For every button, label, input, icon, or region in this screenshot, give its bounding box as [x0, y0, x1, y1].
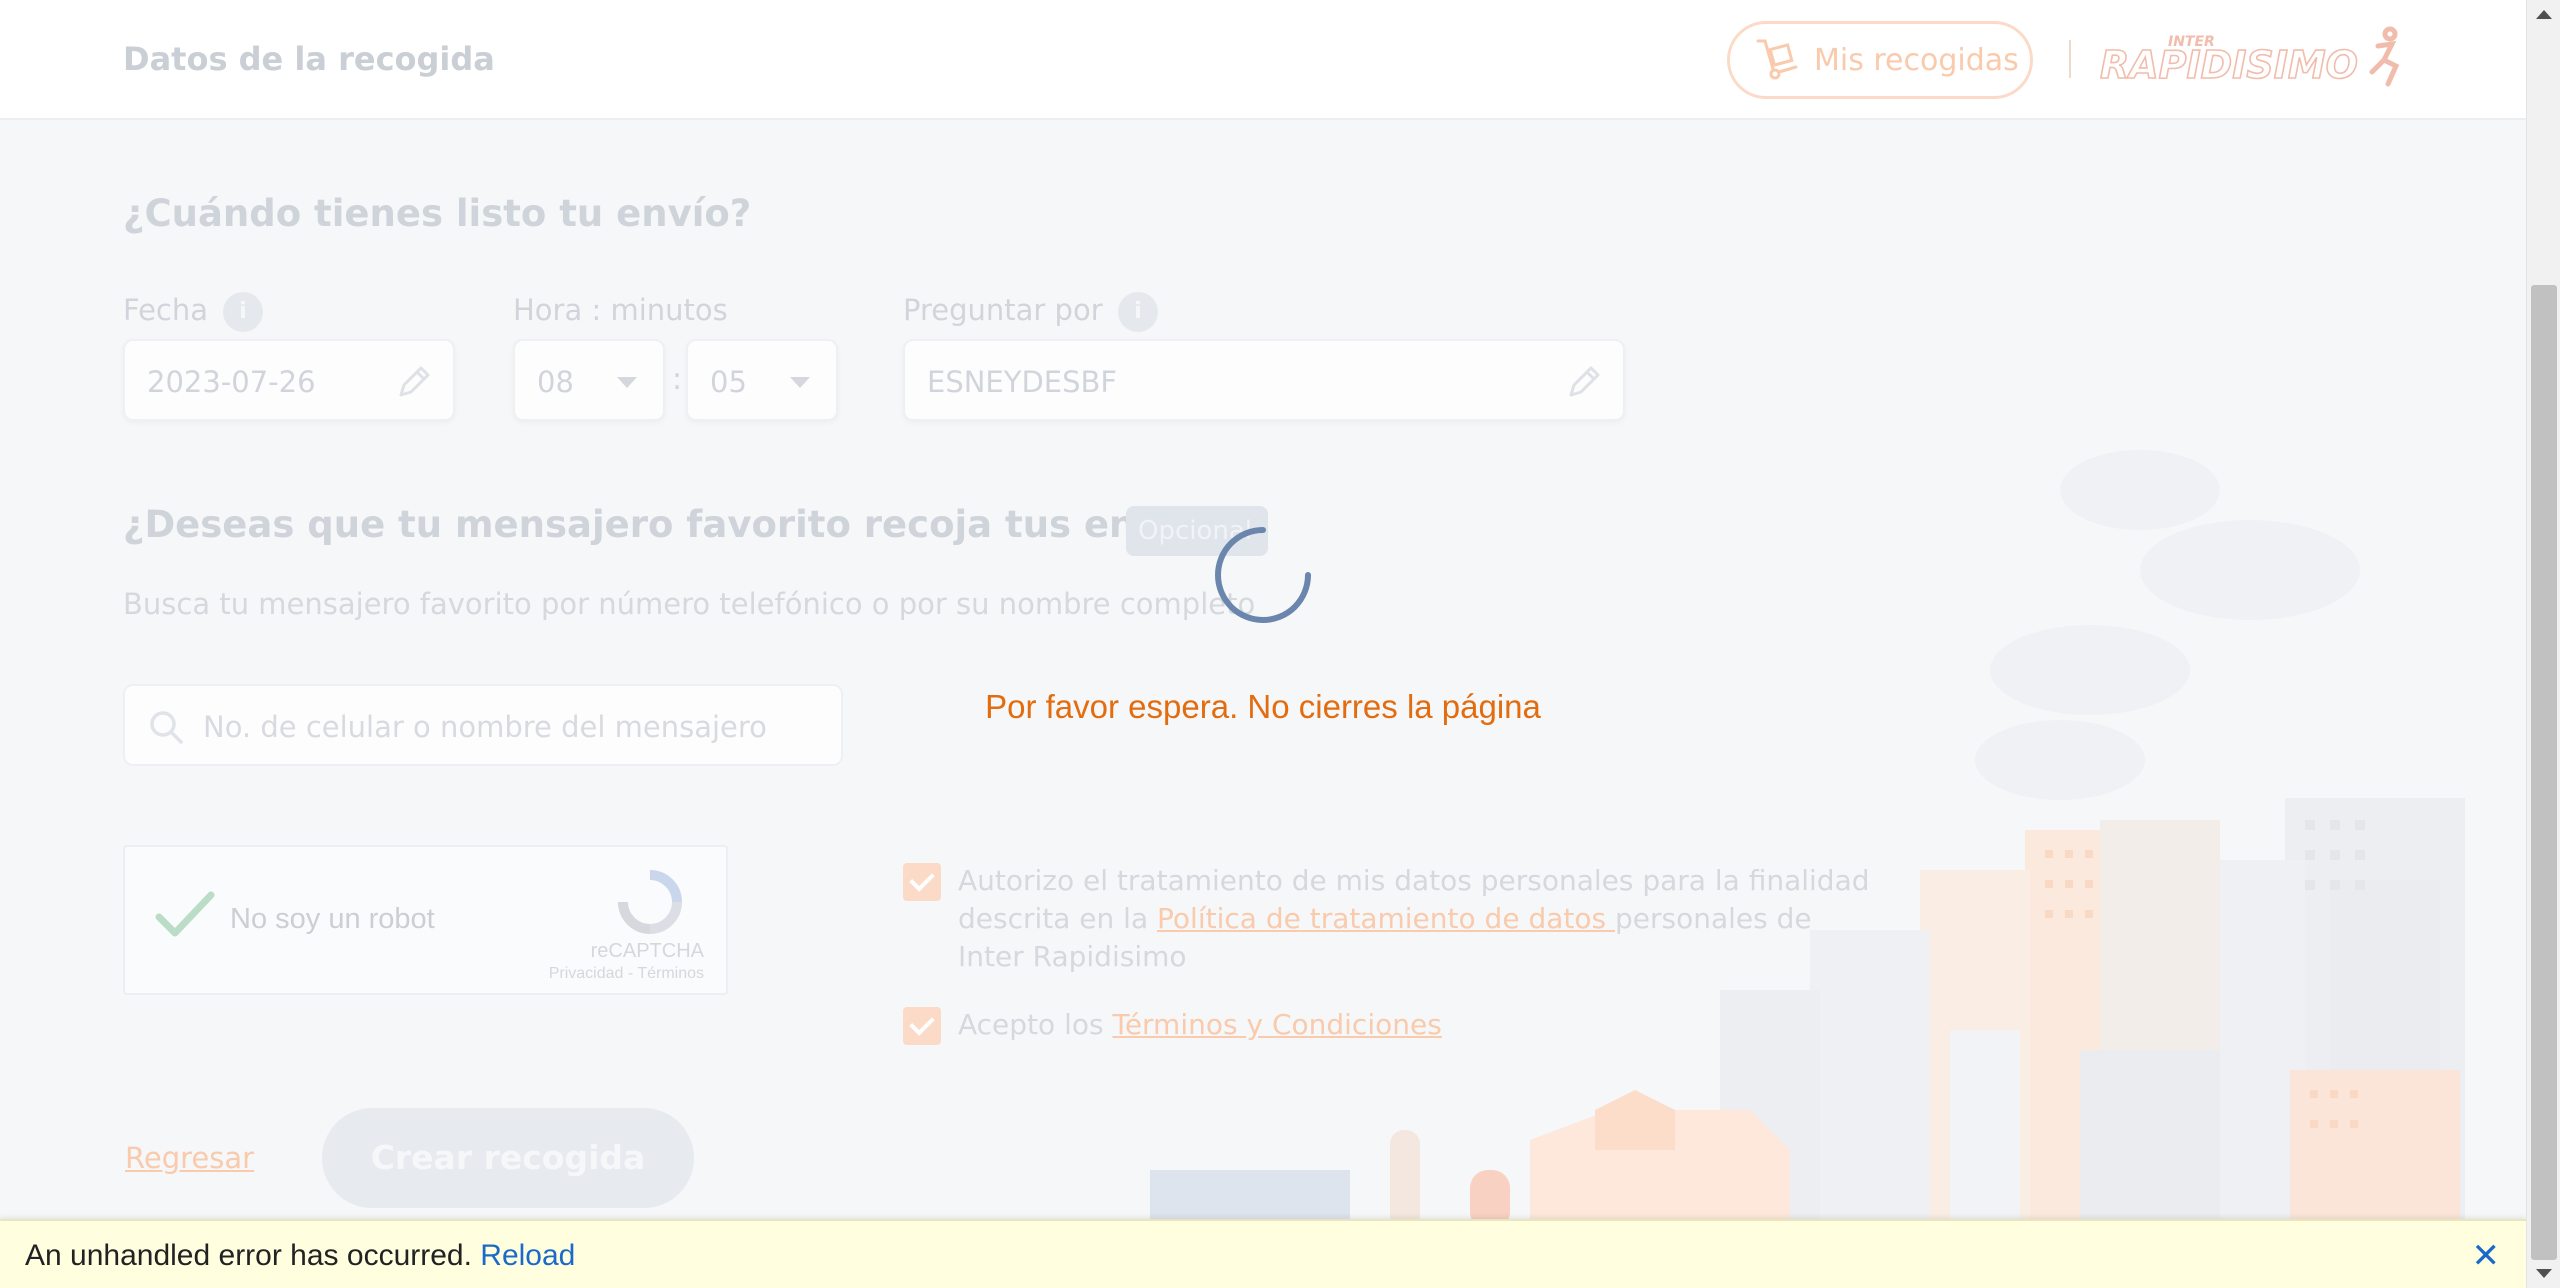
app-page: Datos de la recogida Mis recogidas INTER… — [0, 0, 2526, 1288]
close-icon[interactable]: ✕ — [2472, 1239, 2501, 1273]
page-scrollbar[interactable] — [2526, 0, 2560, 1288]
loading-overlay: Por favor espera. No cierres la página — [0, 0, 2526, 1288]
error-notification-bar: An unhandled error has occurred. Reload … — [0, 1219, 2526, 1288]
scrollbar-thumb[interactable] — [2531, 285, 2557, 1260]
loading-spinner-icon — [1208, 520, 1318, 634]
loading-message: Por favor espera. No cierres la página — [985, 688, 1541, 725]
error-message: An unhandled error has occurred. — [25, 1239, 472, 1272]
scroll-down-arrow-icon[interactable] — [2536, 1269, 2552, 1278]
scroll-up-arrow-icon[interactable] — [2536, 10, 2552, 19]
error-message-line: An unhandled error has occurred. Reload — [25, 1239, 575, 1273]
reload-link[interactable]: Reload — [480, 1239, 575, 1272]
